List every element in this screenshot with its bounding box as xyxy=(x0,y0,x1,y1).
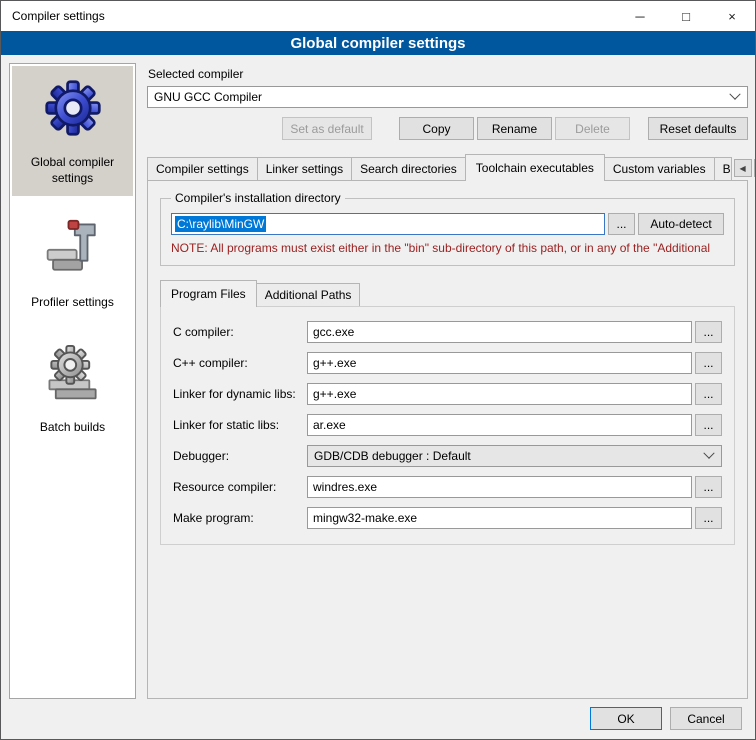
dynamic-linker-input[interactable] xyxy=(307,383,692,405)
tab-toolchain-executables[interactable]: Toolchain executables xyxy=(465,154,605,181)
installation-directory-value: C:\raylib\MinGW xyxy=(175,216,266,232)
dialog-header-title: Global compiler settings xyxy=(290,35,465,52)
tab-scroll-buttons: ◀ ▶ xyxy=(732,159,756,177)
settings-tabbar: Compiler settings Linker settings Search… xyxy=(147,154,748,180)
field-label: Linker for static libs: xyxy=(173,418,307,432)
dialog-header: Global compiler settings xyxy=(1,31,755,55)
minimize-icon: ─ xyxy=(635,9,644,24)
program-files-subtabs: Program Files Additional Paths xyxy=(160,280,735,306)
field-row: Make program: ... xyxy=(173,507,722,529)
subtab-additional-paths[interactable]: Additional Paths xyxy=(256,283,361,306)
profiler-clamp-icon xyxy=(41,216,105,280)
field-row: Resource compiler: ... xyxy=(173,476,722,498)
window-title: Compiler settings xyxy=(1,1,617,31)
maximize-button[interactable]: □ xyxy=(663,1,709,31)
tab-search-directories[interactable]: Search directories xyxy=(351,157,466,180)
field-label: Linker for dynamic libs: xyxy=(173,387,307,401)
browse-button[interactable]: ... xyxy=(695,321,722,343)
close-button[interactable]: × xyxy=(709,1,755,31)
sidebar-item-batch-builds[interactable]: Batch builds xyxy=(12,331,133,446)
arrow-left-icon: ◀ xyxy=(740,164,746,173)
make-program-input[interactable] xyxy=(307,507,692,529)
installation-directory-input[interactable]: C:\raylib\MinGW xyxy=(171,213,605,235)
dialog-content: Global compiler settings Profiler settin… xyxy=(1,55,755,701)
field-row: Linker for static libs: ... xyxy=(173,414,722,436)
tab-custom-variables[interactable]: Custom variables xyxy=(604,157,715,180)
field-label: C compiler: xyxy=(173,325,307,339)
field-label: Debugger: xyxy=(173,449,307,463)
field-row: C compiler: ... xyxy=(173,321,722,343)
copy-button[interactable]: Copy xyxy=(399,117,474,140)
main-panel: Selected compiler GNU GCC Compiler Set a… xyxy=(147,63,748,699)
debugger-select[interactable]: GDB/CDB debugger : Default xyxy=(307,445,722,467)
dialog-footer: OK Cancel xyxy=(1,701,755,739)
browse-button[interactable]: ... xyxy=(695,507,722,529)
tab-build-options[interactable]: Build xyxy=(714,157,732,180)
close-icon: × xyxy=(728,9,736,24)
rename-button[interactable]: Rename xyxy=(477,117,552,140)
sidebar-item-profiler-settings[interactable]: Profiler settings xyxy=(12,206,133,321)
browse-button[interactable]: ... xyxy=(695,352,722,374)
debugger-select-value: GDB/CDB debugger : Default xyxy=(314,449,705,463)
tab-scroll-left-button[interactable]: ◀ xyxy=(734,159,752,177)
resource-compiler-input[interactable] xyxy=(307,476,692,498)
chevron-down-icon xyxy=(729,89,740,100)
delete-button[interactable]: Delete xyxy=(555,117,630,140)
ok-button[interactable]: OK xyxy=(590,707,662,730)
field-row: Linker for dynamic libs: ... xyxy=(173,383,722,405)
subtab-program-files[interactable]: Program Files xyxy=(160,280,257,307)
auto-detect-button[interactable]: Auto-detect xyxy=(638,213,724,235)
program-files-panel: C compiler: ... C++ compiler: ... xyxy=(160,306,735,545)
reset-defaults-button[interactable]: Reset defaults xyxy=(648,117,748,140)
field-label: Make program: xyxy=(173,511,307,525)
field-row: Debugger: GDB/CDB debugger : Default xyxy=(173,445,722,467)
installation-directory-label: Compiler's installation directory xyxy=(171,191,345,205)
sidebar-item-label: Global compiler settings xyxy=(15,155,130,186)
sidebar-item-label: Batch builds xyxy=(40,420,105,436)
field-label: C++ compiler: xyxy=(173,356,307,370)
installation-directory-row: C:\raylib\MinGW ... Auto-detect xyxy=(171,213,724,235)
tab-compiler-settings[interactable]: Compiler settings xyxy=(147,157,258,180)
field-row: C++ compiler: ... xyxy=(173,352,722,374)
compiler-settings-dialog: Compiler settings ─ □ × Global compiler … xyxy=(0,0,756,740)
titlebar: Compiler settings ─ □ × xyxy=(1,1,755,31)
minimize-button[interactable]: ─ xyxy=(617,1,663,31)
selected-compiler-label: Selected compiler xyxy=(148,67,748,81)
browse-button[interactable]: ... xyxy=(608,213,635,235)
browse-button[interactable]: ... xyxy=(695,414,722,436)
compiler-dropdown[interactable]: GNU GCC Compiler xyxy=(147,86,748,108)
static-linker-input[interactable] xyxy=(307,414,692,436)
bin-subdirectory-note: NOTE: All programs must exist either in … xyxy=(171,241,724,255)
c-compiler-input[interactable] xyxy=(307,321,692,343)
blue-gear-icon xyxy=(41,76,105,140)
compiler-actions-row: Set as default Copy Rename Delete Reset … xyxy=(147,117,748,140)
compiler-dropdown-value: GNU GCC Compiler xyxy=(154,90,731,104)
sidebar-item-global-compiler-settings[interactable]: Global compiler settings xyxy=(12,66,133,196)
gray-gear-stack-icon xyxy=(41,341,105,405)
cpp-compiler-input[interactable] xyxy=(307,352,692,374)
set-as-default-button[interactable]: Set as default xyxy=(282,117,372,140)
field-label: Resource compiler: xyxy=(173,480,307,494)
tab-linker-settings[interactable]: Linker settings xyxy=(257,157,352,180)
browse-button[interactable]: ... xyxy=(695,476,722,498)
installation-directory-group: Compiler's installation directory C:\ray… xyxy=(160,191,735,266)
sidebar-item-label: Profiler settings xyxy=(31,295,114,311)
maximize-icon: □ xyxy=(682,9,690,24)
cancel-button[interactable]: Cancel xyxy=(670,707,742,730)
browse-button[interactable]: ... xyxy=(695,383,722,405)
settings-sidebar: Global compiler settings Profiler settin… xyxy=(9,63,136,699)
toolchain-executables-panel: Compiler's installation directory C:\ray… xyxy=(147,180,748,699)
chevron-down-icon xyxy=(703,448,714,459)
